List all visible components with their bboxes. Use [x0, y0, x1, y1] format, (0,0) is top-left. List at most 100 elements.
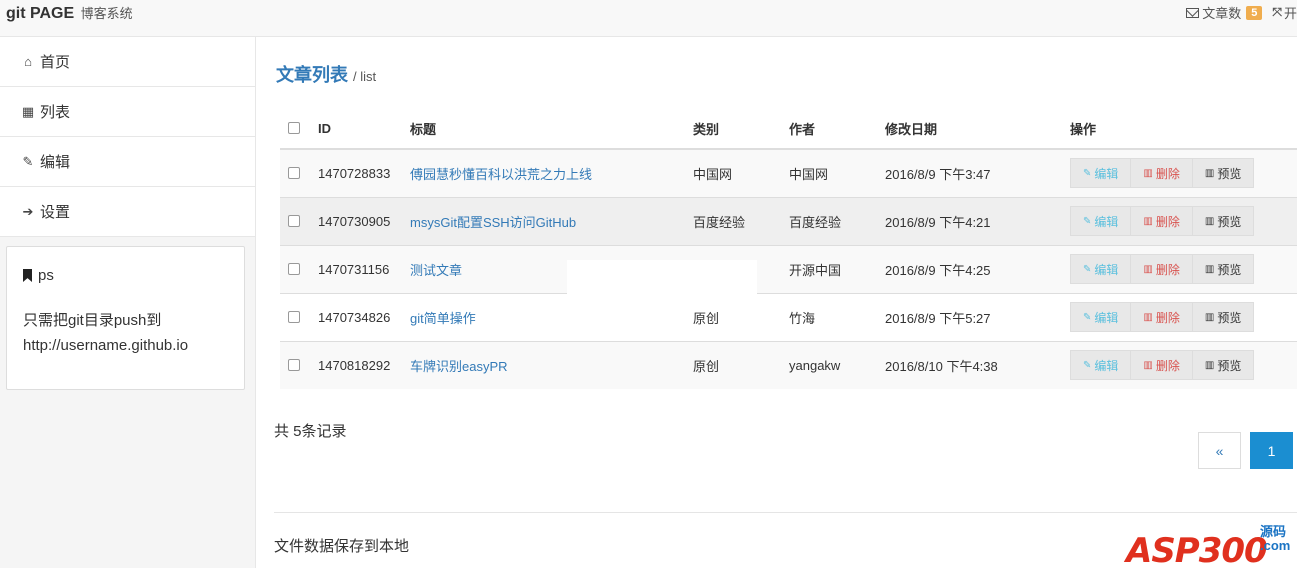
article-table: ID 标题 类别 作者 修改日期 操作 1470728833 傅园慧秒懂百科以洪荒… — [280, 109, 1297, 389]
record-total: 共 5条记录 — [274, 423, 347, 440]
page-title: 文章列表 — [276, 65, 348, 85]
sign-in-icon: ➔ — [22, 203, 34, 219]
preview-label: 预览 — [1217, 214, 1242, 229]
sidebar: ⌂ 首页 ▦ 列表 ✎ 编辑 ➔ 设置 ps 只需把git目录push到 htt… — [0, 37, 256, 568]
fullscreen-label: 开 — [1283, 6, 1297, 21]
row-actions: ✎ 编辑 ▥ 删除 ▥ 预览 — [1070, 302, 1297, 332]
edit-button[interactable]: ✎ 编辑 — [1070, 206, 1132, 236]
preview-label: 预览 — [1217, 358, 1242, 373]
select-all-checkbox[interactable] — [288, 122, 300, 134]
edit-icon: ✎ — [1083, 359, 1092, 371]
preview-button[interactable]: ▥ 预览 — [1192, 158, 1255, 189]
row-category: 中国网 — [693, 148, 789, 197]
edit-button[interactable]: ✎ 编辑 — [1070, 158, 1132, 189]
edit-label: 编辑 — [1094, 166, 1119, 181]
delete-button[interactable]: ▥ 删除 — [1131, 158, 1193, 189]
edit-button[interactable]: ✎ 编辑 — [1070, 350, 1132, 381]
row-date: 2016/8/10 下午4:38 — [885, 340, 1070, 389]
row-author: yangakw — [789, 340, 885, 389]
sidebar-item-label: 列表 — [40, 104, 71, 121]
sidebar-item-settings[interactable]: ➔ 设置 — [0, 187, 255, 237]
article-count-badge: 5 — [1246, 5, 1263, 20]
row-checkbox[interactable] — [288, 214, 300, 227]
trash-icon: ▥ — [1143, 311, 1153, 323]
trash-icon: ▥ — [1204, 215, 1215, 227]
sidebar-item-label: 首页 — [40, 54, 71, 71]
row-author: 竹海 — [789, 292, 885, 341]
fullscreen-link[interactable]: ⤧ 开 — [1272, 3, 1297, 22]
row-id: 1470731156 — [318, 244, 410, 293]
trash-icon: ▥ — [1143, 167, 1153, 179]
delete-button[interactable]: ▥ 删除 — [1131, 350, 1193, 381]
brand-title: git PAGE — [6, 5, 75, 22]
trash-icon: ▥ — [1204, 359, 1215, 371]
row-id: 1470818292 — [318, 340, 410, 389]
main-content: 文章列表 / list ID 标题 类别 作者 修改日期 操作 14707288… — [256, 37, 1297, 571]
row-actions: ✎ 编辑 ▥ 删除 ▥ 预览 — [1070, 158, 1297, 189]
sidebar-item-edit[interactable]: ✎ 编辑 — [0, 137, 255, 187]
preview-button[interactable]: ▥ 预览 — [1192, 350, 1255, 381]
brand[interactable]: git PAGE 博客系统 — [6, 3, 133, 23]
delete-label: 删除 — [1155, 166, 1180, 181]
row-category: 原创 — [693, 340, 789, 389]
trash-icon: ▥ — [1143, 359, 1153, 371]
delete-button[interactable]: ▥ 删除 — [1131, 206, 1193, 236]
delete-button[interactable]: ▥ 删除 — [1131, 302, 1193, 332]
ps-heading: ps — [23, 267, 54, 284]
preview-button[interactable]: ▥ 预览 — [1192, 302, 1255, 332]
row-date: 2016/8/9 下午4:21 — [885, 196, 1070, 245]
preview-label: 预览 — [1217, 262, 1242, 277]
sidebar-item-home[interactable]: ⌂ 首页 — [0, 37, 255, 87]
row-id: 1470728833 — [318, 148, 410, 197]
row-title-link[interactable]: 测试文章 — [410, 263, 462, 278]
table-row: 1470818292 车牌识别easyPR 原创 yangakw 2016/8/10 下… — [280, 340, 1297, 389]
trash-icon: ▥ — [1143, 215, 1153, 227]
preview-label: 预览 — [1217, 166, 1242, 181]
row-title-link[interactable]: msysGit配置SSH访问GitHub — [410, 215, 576, 230]
watermark-side: 源码 .com — [1260, 525, 1290, 553]
edit-button[interactable]: ✎ 编辑 — [1070, 254, 1132, 284]
column-header-author: 作者 — [789, 109, 885, 150]
row-category: 原创 — [693, 292, 789, 341]
edit-icon: ✎ — [22, 153, 34, 169]
row-checkbox[interactable] — [288, 166, 300, 179]
pagination-page-1[interactable]: 1 — [1250, 432, 1293, 469]
table-header-row: ID 标题 类别 作者 修改日期 操作 — [280, 109, 1297, 150]
bookmark-icon — [23, 269, 32, 282]
row-date: 2016/8/9 下午4:25 — [885, 244, 1070, 293]
envelope-icon — [1186, 7, 1200, 18]
row-date: 2016/8/9 下午5:27 — [885, 292, 1070, 341]
ps-text: 只需把git目录push到 http://username.github.io — [23, 312, 189, 354]
column-header-actions: 操作 — [1070, 109, 1297, 150]
row-title-link[interactable]: git简单操作 — [410, 311, 476, 326]
delete-button[interactable]: ▥ 删除 — [1131, 254, 1193, 284]
preview-button[interactable]: ▥ 预览 — [1192, 254, 1255, 284]
article-count-label: 文章数 — [1202, 6, 1242, 21]
ps-panel: ps 只需把git目录push到 http://username.github.… — [6, 246, 245, 390]
edit-button[interactable]: ✎ 编辑 — [1070, 302, 1132, 332]
page-header: 文章列表 / list — [276, 61, 376, 87]
row-checkbox[interactable] — [288, 358, 300, 371]
row-title-link[interactable]: 车牌识别easyPR — [410, 359, 508, 374]
sidebar-item-list[interactable]: ▦ 列表 — [0, 87, 255, 137]
row-checkbox[interactable] — [288, 310, 300, 323]
preview-button[interactable]: ▥ 预览 — [1192, 206, 1255, 236]
edit-icon: ✎ — [1083, 311, 1092, 323]
edit-icon: ✎ — [1083, 263, 1092, 275]
article-count-link[interactable]: 文章数 5 — [1186, 3, 1263, 22]
column-header-title: 标题 — [410, 109, 693, 150]
row-actions: ✎ 编辑 ▥ 删除 ▥ 预览 — [1070, 254, 1297, 284]
edit-icon: ✎ — [1083, 215, 1092, 227]
asp300-watermark-logo: ASP300 源码 .com — [1126, 517, 1296, 571]
watermark-side-top: 源码 — [1260, 524, 1287, 539]
top-navbar: git PAGE 博客系统 文章数 5 ⤧ 开 — [0, 0, 1297, 37]
row-title-link[interactable]: 傅园慧秒懂百科以洪荒之力上线 — [410, 167, 592, 182]
home-icon: ⌂ — [24, 54, 32, 69]
row-category: 百度经验 — [693, 196, 789, 245]
expand-icon: ⤧ — [1272, 5, 1282, 19]
pagination-prev[interactable]: « — [1198, 432, 1241, 469]
trash-icon: ▥ — [1204, 263, 1215, 275]
row-checkbox[interactable] — [288, 262, 300, 275]
row-author: 中国网 — [789, 148, 885, 197]
ps-title: ps — [38, 267, 54, 284]
